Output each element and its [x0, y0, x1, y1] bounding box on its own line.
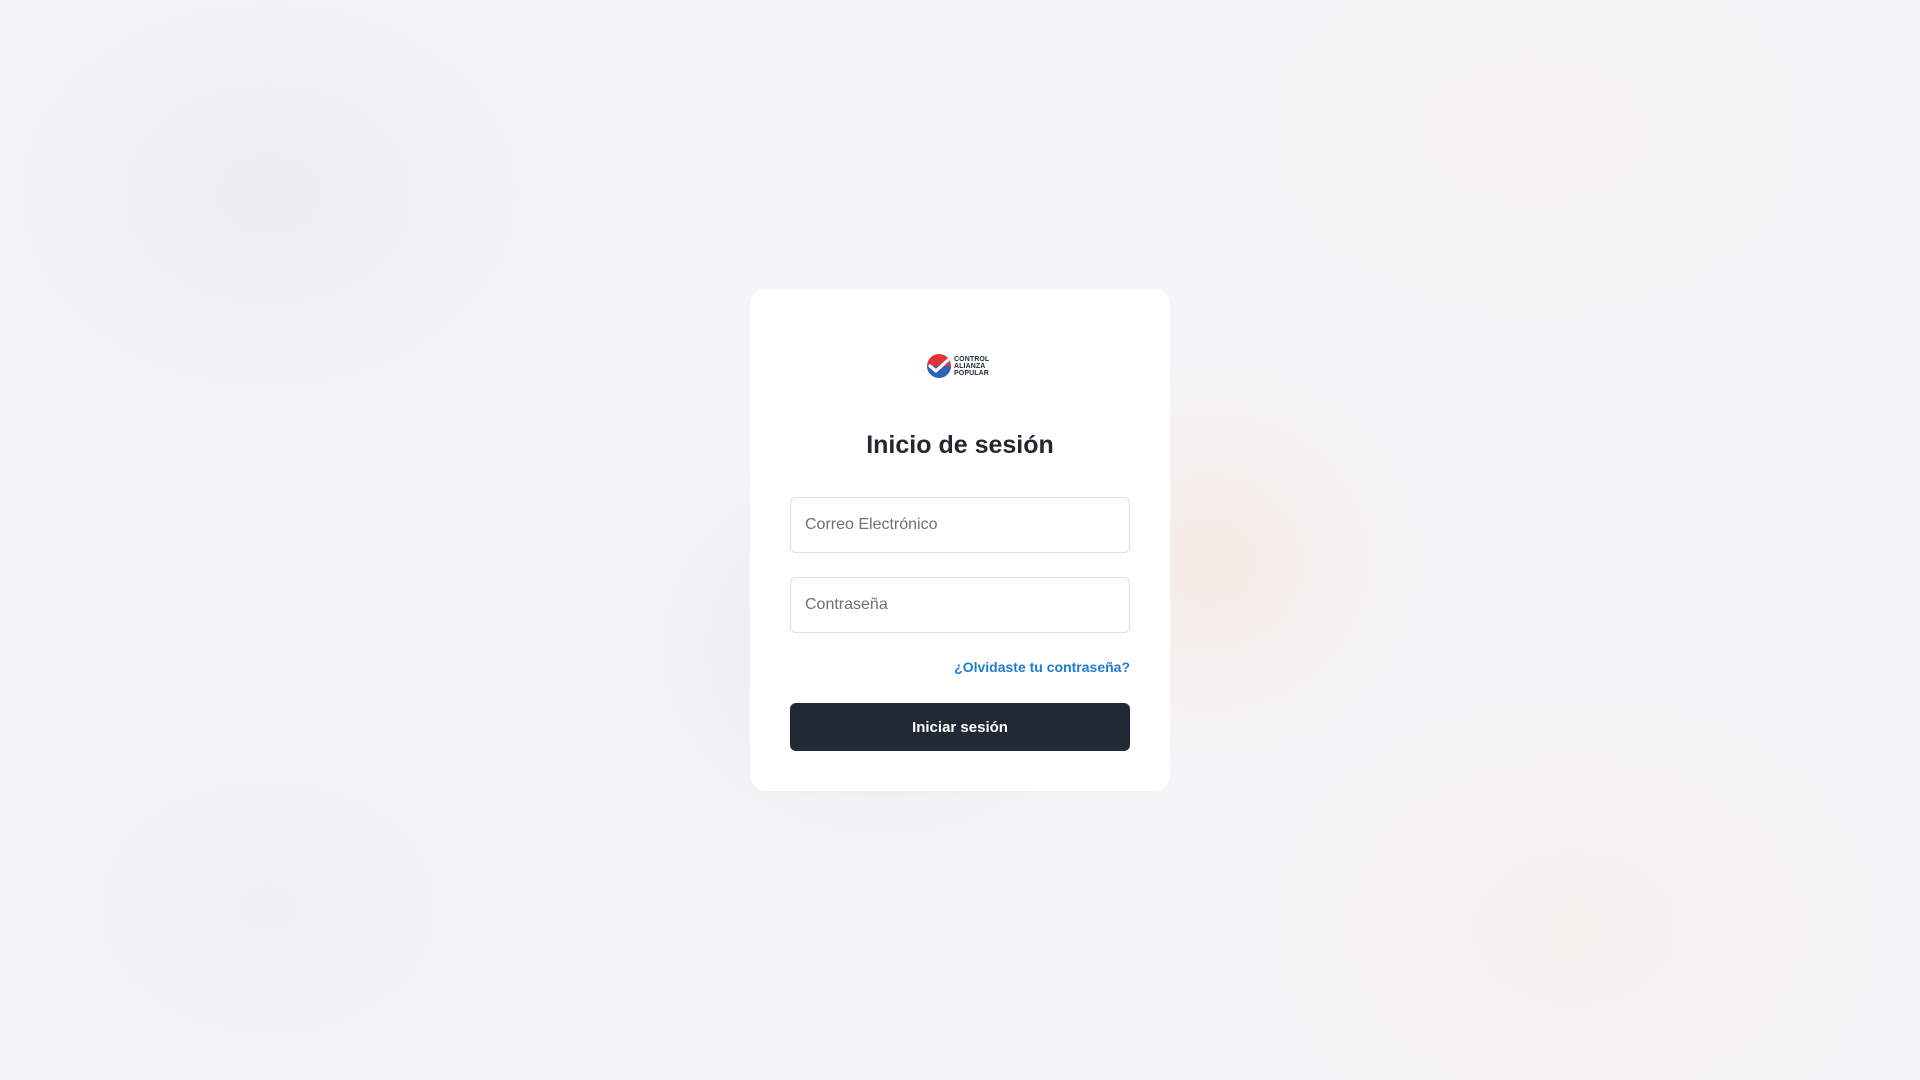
logo-line-1: CONTROL: [954, 355, 990, 363]
login-card: CONTROL ALIANZA POPULAR Inicio de sesión…: [750, 289, 1170, 791]
forgot-password-link[interactable]: ¿Olvidaste tu contraseña?: [954, 659, 1130, 675]
brand-logo: CONTROL ALIANZA POPULAR: [926, 353, 994, 379]
checkmark-circle-icon: [927, 354, 951, 378]
logo-line-3: POPULAR: [954, 369, 989, 377]
password-field[interactable]: [790, 577, 1130, 633]
logo-wordmark: CONTROL ALIANZA POPULAR: [954, 356, 989, 377]
page-title: Inicio de sesión: [866, 431, 1054, 459]
logo-line-2: ALIANZA: [954, 362, 986, 370]
login-button[interactable]: Iniciar sesión: [790, 703, 1130, 751]
email-field[interactable]: [790, 497, 1130, 553]
